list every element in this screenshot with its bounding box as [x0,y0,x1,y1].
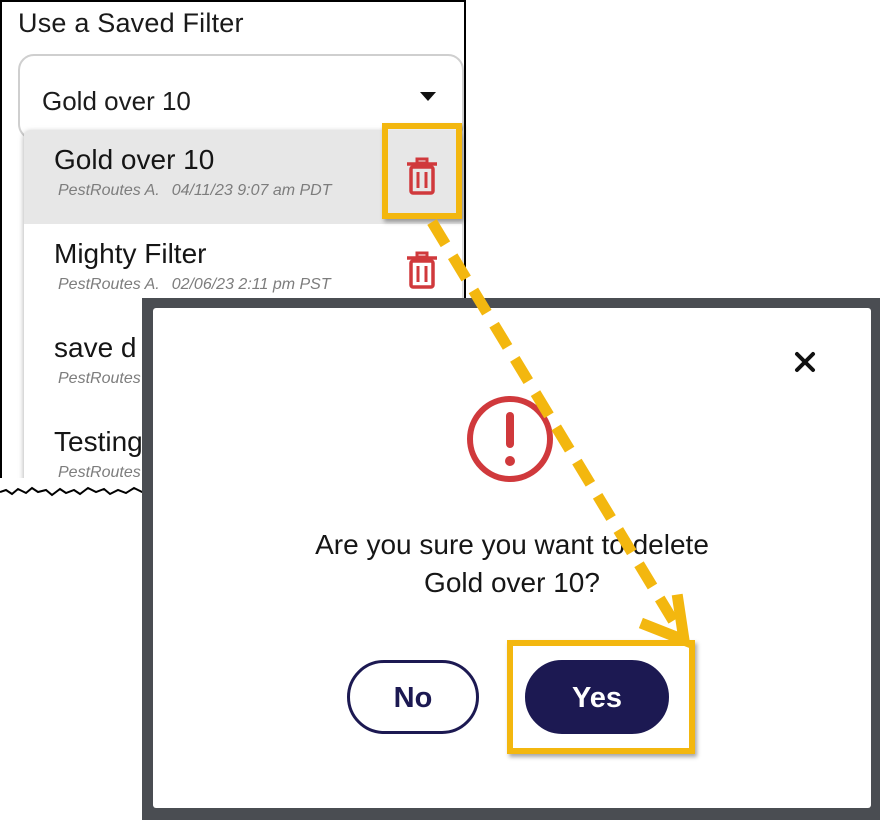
trash-highlight-box [382,123,462,219]
confirm-message-line1: Are you sure you want to delete [315,529,709,560]
yes-highlight-box [507,640,695,754]
trash-icon[interactable] [402,250,442,290]
confirm-message: Are you sure you want to delete Gold ove… [153,526,871,602]
close-icon[interactable] [793,350,817,374]
filter-author: PestRoutes A. [58,182,160,199]
select-value: Gold over 10 [42,86,191,116]
exclamation-circle-icon [467,396,553,482]
filter-meta: PestRoutes [58,370,141,388]
no-button[interactable]: No [347,660,479,734]
section-title: Use a Saved Filter [18,8,244,38]
filter-meta: PestRoutes A. 04/11/23 9:07 am PDT [58,182,331,200]
filter-date: 04/11/23 9:07 am PDT [171,182,332,199]
filter-name: save d [54,332,137,363]
filter-meta: PestRoutes A. 02/06/23 2:11 pm PST [58,276,331,294]
filter-name: Mighty Filter [54,238,207,269]
caret-down-icon[interactable] [420,92,436,101]
filter-name: Testing [54,426,143,457]
filter-date: 02/06/23 2:11 pm PST [171,276,331,293]
filter-author: PestRoutes [58,370,141,387]
filter-author: PestRoutes A. [58,276,160,293]
confirm-message-line2: Gold over 10? [424,567,600,598]
filter-name: Gold over 10 [54,144,215,175]
